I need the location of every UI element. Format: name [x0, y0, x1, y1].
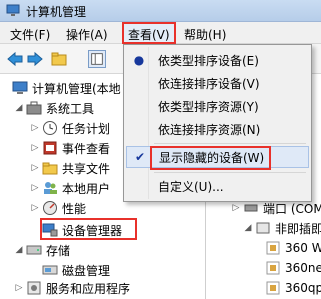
device-folder-icon — [255, 220, 271, 236]
performance-icon — [42, 200, 58, 216]
collapsed-arrow-icon[interactable]: ▷ — [231, 203, 241, 213]
radio-bullet-icon: ● — [133, 53, 145, 67]
device-category-non-pnp-label: 非即插即用 — [275, 221, 321, 236]
driver-icon — [265, 240, 281, 256]
collapsed-arrow-icon[interactable]: ▷ — [30, 183, 40, 193]
device-item[interactable]: 360 W — [263, 238, 321, 258]
services-icon — [26, 280, 42, 296]
tree-label-services-apps: 服务和应用程序 — [46, 281, 131, 296]
collapsed-arrow-icon[interactable]: ▷ — [14, 283, 24, 293]
device-category-ports-label: 端口 (COM — [263, 201, 321, 216]
menu-item-label: 依类型排序资源(Y) — [158, 99, 259, 114]
tree-item-local-users[interactable]: ▷ 本地用户 — [30, 178, 110, 198]
disk-icon — [42, 262, 58, 278]
tree-label-local-users: 本地用户 — [62, 181, 111, 196]
storage-icon — [26, 242, 42, 258]
menu-item-sort-resources-by-type[interactable]: 依类型排序资源(Y) — [126, 95, 309, 117]
collapsed-arrow-icon[interactable]: ▷ — [30, 203, 40, 213]
tree-item-event-viewer[interactable]: ▷ 事件查看 — [30, 138, 110, 158]
menu-item-sort-resources-by-connection[interactable]: 依连接排序资源(N) — [126, 118, 309, 140]
tree-label-system-tools: 系统工具 — [46, 101, 95, 116]
driver-icon — [265, 260, 281, 276]
forward-arrow-icon[interactable] — [26, 50, 44, 68]
back-arrow-icon[interactable] — [6, 50, 24, 68]
tree-item-root[interactable]: 计算机管理(本地 — [10, 78, 121, 98]
menu-view[interactable]: 查看(V) — [122, 22, 176, 44]
menu-separator — [154, 172, 306, 173]
computer-icon — [12, 80, 28, 96]
expanded-arrow-icon[interactable]: ◢ — [243, 223, 253, 233]
tree-item-services-apps[interactable]: ▷ 服务和应用程序 — [14, 278, 130, 298]
menu-item-label: 依连接排序设备(V) — [158, 76, 260, 91]
tree-label-performance: 性能 — [62, 201, 87, 216]
menu-help[interactable]: 帮助(H) — [180, 25, 230, 44]
window-title: 计算机管理 — [26, 5, 87, 19]
device-item[interactable]: 360net — [263, 258, 321, 278]
menu-item-sort-devices-by-connection[interactable]: 依连接排序设备(V) — [126, 72, 309, 94]
tree-label-root: 计算机管理(本地 — [32, 81, 121, 96]
port-icon — [243, 200, 259, 216]
menu-file[interactable]: 文件(F) — [6, 25, 54, 44]
device-manager-highlight — [40, 218, 137, 240]
device-category-non-pnp[interactable]: ◢ 非即插即用 — [243, 218, 321, 238]
collapsed-arrow-icon[interactable]: ▷ — [30, 143, 40, 153]
menu-action[interactable]: 操作(A) — [62, 25, 112, 44]
menu-item-label: 自定义(U)... — [158, 179, 224, 194]
driver-icon — [265, 280, 281, 296]
title-bar: 计算机管理 — [0, 0, 321, 22]
show-hidden-devices-highlight — [150, 146, 271, 170]
menu-item-sort-devices-by-type[interactable]: ● 依类型排序设备(E) — [126, 49, 309, 71]
users-icon — [42, 180, 58, 196]
device-item-label: 360 W — [285, 241, 321, 255]
tree-item-shared-folders[interactable]: ▷ 共享文件 — [30, 158, 110, 178]
tree-label-shared-folders: 共享文件 — [62, 161, 111, 176]
tree-item-task-scheduler[interactable]: ▷ 任务计划 — [30, 118, 110, 138]
event-log-icon — [42, 140, 58, 156]
shared-folder-icon — [42, 160, 58, 176]
collapsed-arrow-icon[interactable]: ▷ — [30, 123, 40, 133]
view-menu-dropdown: ● 依类型排序设备(E) 依连接排序设备(V) 依类型排序资源(Y) 依连接排序… — [123, 44, 312, 202]
show-console-tree-icon[interactable] — [88, 50, 106, 68]
tree-item-system-tools[interactable]: ◢ 系统工具 — [14, 98, 94, 118]
computer-management-icon — [6, 4, 20, 16]
toolbox-icon — [26, 100, 42, 116]
expanded-arrow-icon[interactable]: ◢ — [14, 245, 24, 255]
tree-item-storage[interactable]: ◢ 存储 — [14, 240, 70, 260]
tree-label-disk-management: 磁盘管理 — [62, 263, 111, 278]
tree-label-event-viewer: 事件查看 — [62, 141, 111, 156]
collapsed-arrow-icon[interactable]: ▷ — [30, 163, 40, 173]
menu-item-customize[interactable]: 自定义(U)... — [126, 175, 309, 197]
menu-separator — [154, 143, 306, 144]
tree-label-storage: 存储 — [46, 243, 71, 258]
device-item-label: 360qp — [285, 281, 321, 295]
expanded-arrow-icon[interactable]: ◢ — [14, 103, 24, 113]
device-item[interactable]: 360qp — [263, 278, 321, 298]
device-item-label: 360net — [285, 261, 321, 275]
menu-bar: 文件(F) 操作(A) 查看(V) 帮助(H) — [0, 22, 321, 44]
clock-icon — [42, 120, 58, 136]
tree-item-disk-management[interactable]: 磁盘管理 — [40, 260, 110, 280]
menu-item-label: 依类型排序设备(E) — [158, 53, 259, 68]
tree-item-performance[interactable]: ▷ 性能 — [30, 198, 86, 218]
tree-label-task-scheduler: 任务计划 — [62, 121, 111, 136]
up-folder-icon[interactable] — [50, 50, 68, 68]
menu-item-label: 依连接排序资源(N) — [158, 122, 261, 137]
